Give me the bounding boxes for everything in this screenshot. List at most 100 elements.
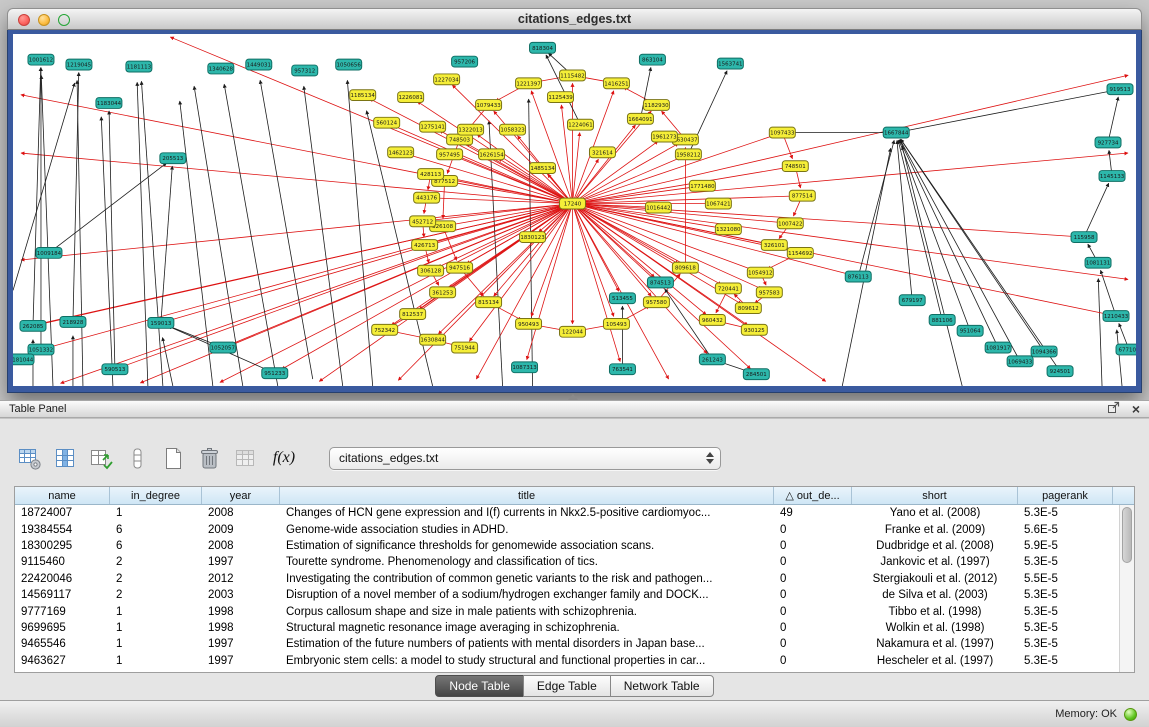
graph-node[interactable]: 443176	[414, 192, 440, 203]
graph-node[interactable]: 863104	[639, 54, 665, 65]
graph-node[interactable]: 428113	[418, 169, 444, 180]
table-row[interactable]: 977716911998Corpus callosum shape and si…	[15, 603, 1119, 619]
network-window-titlebar[interactable]: citations_edges.txt	[7, 8, 1142, 30]
graph-node[interactable]: 809618	[672, 262, 698, 273]
column-header-pagerank[interactable]: pagerank	[1018, 487, 1113, 504]
graph-node[interactable]: 677108	[1116, 344, 1136, 355]
graph-node[interactable]: 261243	[699, 354, 725, 365]
column-pill-button[interactable]	[124, 445, 151, 472]
graph-node[interactable]: 951064	[957, 325, 983, 336]
graph-node[interactable]: 919513	[1107, 84, 1133, 95]
delete-table-button[interactable]	[196, 445, 223, 472]
graph-node[interactable]: 326101	[761, 240, 787, 251]
graph-node[interactable]: 927734	[1095, 137, 1121, 148]
graph-node[interactable]: 1097433	[769, 127, 795, 138]
tab-network-table[interactable]: Network Table	[610, 675, 714, 697]
graph-node[interactable]: 1058323	[500, 124, 526, 135]
graph-node[interactable]: 306128	[418, 265, 444, 276]
graph-node[interactable]: 1626154	[479, 149, 505, 160]
graph-node[interactable]: 1226081	[398, 92, 424, 103]
graph-node[interactable]: 105493	[603, 318, 629, 329]
graph-node[interactable]: 1961273	[651, 131, 677, 142]
graph-node[interactable]: 1181044	[13, 354, 34, 365]
graph-node[interactable]: 1125439	[548, 92, 574, 103]
graph-node[interactable]: 17240	[560, 198, 586, 209]
table-row[interactable]: 946362711997Embryonic stem cells: a mode…	[15, 653, 1119, 669]
graph-node[interactable]: 1275141	[420, 121, 446, 132]
graph-node[interactable]: 1210433	[1103, 311, 1129, 322]
graph-node[interactable]: 881106	[929, 315, 955, 326]
graph-node[interactable]: 1154692	[787, 247, 813, 258]
table-select-dropdown[interactable]: citations_edges.txt	[329, 447, 721, 470]
graph-node[interactable]: 1052057	[210, 342, 236, 353]
graph-node[interactable]: 763541	[609, 364, 635, 375]
graph-node[interactable]: 1563741	[717, 58, 743, 69]
graph-node[interactable]: 1485134	[530, 163, 556, 174]
column-header-year[interactable]: year	[202, 487, 280, 504]
function-builder-button[interactable]: f(x)	[268, 445, 300, 472]
graph-node[interactable]: 205513	[160, 153, 186, 164]
graph-node[interactable]: 1183044	[96, 98, 122, 109]
graph-node[interactable]: 812537	[400, 309, 426, 320]
table-vertical-scrollbar[interactable]	[1119, 505, 1134, 672]
graph-node[interactable]: 1221397	[516, 78, 542, 89]
tab-edge-table[interactable]: Edge Table	[523, 675, 611, 697]
graph-node[interactable]: 115958	[1071, 232, 1097, 243]
edit-table-button[interactable]	[88, 445, 115, 472]
table-row[interactable]: 2242004622012Investigating the contribut…	[15, 571, 1119, 587]
column-header-title[interactable]: title	[280, 487, 774, 504]
graph-node[interactable]: 1181113	[126, 61, 152, 72]
graph-node[interactable]: 1219045	[66, 59, 92, 70]
graph-node[interactable]: 1322013	[458, 124, 484, 135]
graph-node[interactable]: 1449031	[246, 59, 272, 70]
graph-node[interactable]: 1340628	[208, 63, 234, 74]
graph-node[interactable]: 122044	[560, 326, 586, 337]
graph-node[interactable]: 1462123	[388, 147, 414, 158]
graph-node[interactable]: 957583	[756, 287, 782, 298]
graph-node[interactable]: 1182930	[643, 100, 669, 111]
graph-node[interactable]: 1051332	[28, 344, 54, 355]
close-panel-icon[interactable]: ×	[1132, 403, 1140, 415]
column-header-out_degree[interactable]: △out_de...	[774, 487, 852, 504]
graph-node[interactable]: 930125	[741, 324, 767, 335]
scrollbar-thumb[interactable]	[1122, 507, 1132, 563]
table-row[interactable]: 946554611997Estimation of the future num…	[15, 636, 1119, 652]
graph-node[interactable]: 1007422	[777, 218, 803, 229]
minimize-window-button[interactable]	[38, 14, 50, 26]
graph-node[interactable]: 321614	[589, 147, 615, 158]
graph-node[interactable]: 1115482	[560, 70, 586, 81]
graph-node[interactable]: 818304	[530, 42, 556, 53]
tab-node-table[interactable]: Node Table	[435, 675, 524, 697]
float-panel-icon[interactable]	[1107, 401, 1120, 417]
graph-node[interactable]: 1224061	[568, 119, 594, 130]
graph-node[interactable]: 1630844	[420, 334, 446, 345]
graph-node[interactable]: 960432	[699, 315, 725, 326]
graph-node[interactable]: 1016442	[645, 202, 671, 213]
graph-node[interactable]: 1067421	[705, 198, 731, 209]
graph-node[interactable]: 1416251	[603, 78, 629, 89]
column-header-in_degree[interactable]: in_degree	[110, 487, 202, 504]
graph-node[interactable]: 1069433	[1007, 356, 1033, 367]
graph-node[interactable]: 748501	[782, 161, 808, 172]
graph-node[interactable]: 815134	[476, 297, 502, 308]
column-header-name[interactable]: name	[15, 487, 110, 504]
graph-node[interactable]: 957312	[292, 65, 318, 76]
graph-node[interactable]: 951233	[262, 368, 288, 379]
graph-node[interactable]: 1081917	[985, 342, 1011, 353]
graph-node[interactable]: 361253	[430, 287, 456, 298]
zoom-window-button[interactable]	[58, 14, 70, 26]
graph-node[interactable]: 513455	[609, 293, 635, 304]
graph-node[interactable]: 452712	[410, 216, 436, 227]
graph-node[interactable]: 426713	[412, 240, 438, 251]
graph-node[interactable]: 1830123	[520, 232, 546, 243]
graph-node[interactable]: 1081131	[1085, 257, 1111, 268]
graph-node[interactable]: 957495	[437, 149, 463, 160]
table-row[interactable]: 1456911722003Disruption of a novel membe…	[15, 587, 1119, 603]
graph-node[interactable]: 1185134	[350, 90, 376, 101]
graph-node[interactable]: 1009184	[36, 247, 62, 258]
graph-node[interactable]: 1958212	[675, 149, 701, 160]
table-row[interactable]: 911546021997Tourette syndrome. Phenomeno…	[15, 554, 1119, 570]
graph-node[interactable]: 1771480	[689, 180, 715, 191]
table-row[interactable]: 1830029562008Estimation of significance …	[15, 538, 1119, 554]
column-header-short[interactable]: short	[852, 487, 1018, 504]
